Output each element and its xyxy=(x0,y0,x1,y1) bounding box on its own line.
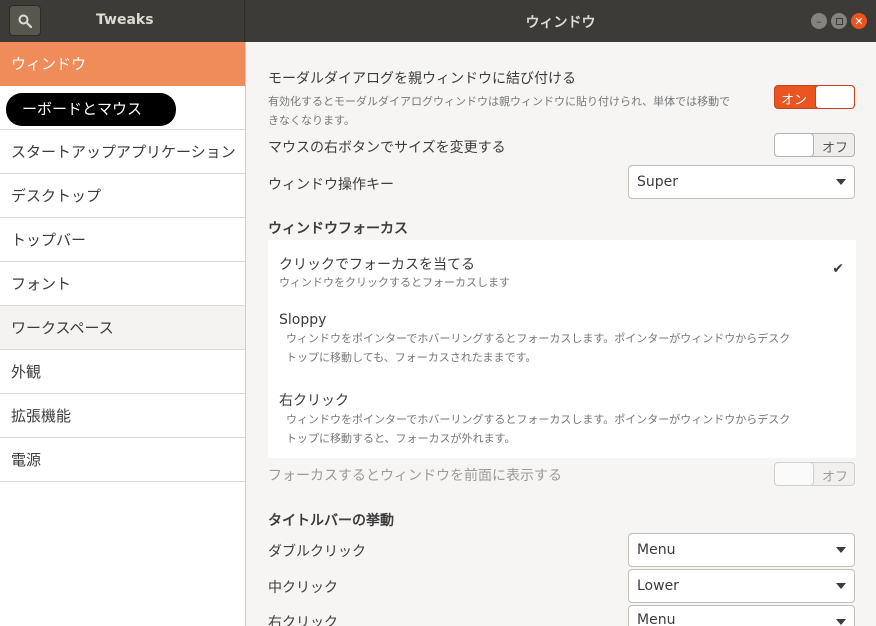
switch-knob xyxy=(775,463,813,485)
window-action-key-combo[interactable]: Super xyxy=(628,165,855,199)
sidebar-item-label: スタートアップアプリケーション xyxy=(11,143,236,161)
header-bar: Tweaks ウィンドウ – ✕ xyxy=(0,0,876,42)
sidebar: ウィンドウ ーボードとマウス スタートアップアプリケーション デスクトップ トッ… xyxy=(0,42,246,626)
titlebar-actions-section-title: タイトルバーの挙動 xyxy=(268,513,394,529)
focus-option-desc-line1: ウィンドウをポインターでホバーリングするとフォーカスします。ポインターがウィンド… xyxy=(286,332,791,345)
switch-label: オフ xyxy=(821,141,848,156)
focus-option-title: クリックでフォーカスを当てる xyxy=(279,257,475,273)
sidebar-item-label: トップバー xyxy=(11,231,87,249)
focus-option-title: Sloppy xyxy=(279,312,327,328)
main-panel: モーダルダイアログを親ウィンドウに結び付ける 有効化するとモーダルダイアログウィ… xyxy=(246,42,876,626)
close-icon: ✕ xyxy=(854,14,864,28)
combo-value: Lower xyxy=(637,578,679,594)
double-click-title: ダブルクリック xyxy=(268,544,366,560)
sidebar-item-label: デスクトップ xyxy=(11,187,102,205)
sidebar-item-fonts[interactable]: フォント xyxy=(0,262,245,306)
sidebar-item-label: 拡張機能 xyxy=(11,407,72,425)
resize-right-button-switch[interactable]: オフ xyxy=(774,133,855,157)
attach-modal-desc-line2: きなくなります。 xyxy=(268,114,355,127)
raise-on-focus-title: フォーカスするとウィンドウを前面に表示する xyxy=(268,468,562,484)
sidebar-item-label: フォント xyxy=(11,275,72,293)
sidebar-item-top-bar[interactable]: トップバー xyxy=(0,218,245,262)
sidebar-item-label: 外観 xyxy=(11,363,42,381)
middle-click-title: 中クリック xyxy=(268,580,338,596)
attach-modal-switch[interactable]: オン xyxy=(774,85,855,109)
maximize-icon xyxy=(835,17,843,25)
switch-label: オフ xyxy=(821,470,848,485)
focus-option-desc-line1: ウィンドウをポインターでホバーリングするとフォーカスします。ポインターがウィンド… xyxy=(286,413,791,426)
focus-option-desc-line2: トップに移動すると、フォーカスが外れます。 xyxy=(286,432,516,445)
sidebar-item-appearance[interactable]: 外観 xyxy=(0,350,245,394)
chevron-down-icon xyxy=(836,547,846,553)
sidebar-item-label: ワークスペース xyxy=(11,319,114,337)
sidebar-item-label: ーボードとマウス xyxy=(22,100,143,118)
window-action-key-title: ウィンドウ操作キー xyxy=(268,177,394,193)
double-click-combo[interactable]: Menu xyxy=(628,533,855,567)
sidebar-item-windows[interactable]: ウィンドウ xyxy=(0,42,245,86)
attach-modal-desc-line1: 有効化するとモーダルダイアログウィンドウは親ウィンドウに貼り付けられ、単体では移… xyxy=(268,95,731,108)
checkmark-icon: ✔ xyxy=(832,261,844,277)
sidebar-item-workspaces[interactable]: ワークスペース xyxy=(0,306,245,350)
sidebar-item-startup-apps[interactable]: スタートアップアプリケーション xyxy=(0,130,245,174)
header-left: Tweaks xyxy=(0,0,245,42)
chevron-down-icon xyxy=(836,179,846,185)
combo-value: Menu xyxy=(637,612,676,626)
focus-option-desc: ウィンドウをクリックするとフォーカスします xyxy=(279,276,510,289)
close-button[interactable]: ✕ xyxy=(851,13,867,29)
sidebar-item-keyboard-mouse[interactable]: ーボードとマウス xyxy=(0,86,245,130)
switch-label: オン xyxy=(781,93,808,108)
combo-value: Menu xyxy=(637,542,676,558)
focus-option-desc-line2: トップに移動しても、フォーカスされたままです。 xyxy=(286,351,537,364)
focus-option-title: 右クリック xyxy=(279,393,349,409)
focus-option-click[interactable]: クリックでフォーカスを当てる ウィンドウをクリックするとフォーカスします ✔ xyxy=(268,240,856,298)
focus-option-sloppy[interactable]: Sloppy ウィンドウをポインターでホバーリングするとフォーカスします。ポイン… xyxy=(268,298,856,376)
resize-right-button-title: マウスの右ボタンでサイズを変更する xyxy=(268,140,506,156)
search-icon xyxy=(18,14,32,28)
chevron-down-icon xyxy=(836,619,846,625)
sidebar-item-desktop[interactable]: デスクトップ xyxy=(0,174,245,218)
combo-value: Super xyxy=(637,174,679,190)
window-title: ウィンドウ xyxy=(525,15,596,31)
sidebar-item-label: 電源 xyxy=(11,451,42,469)
attach-modal-title: モーダルダイアログを親ウィンドウに結び付ける xyxy=(268,71,576,87)
focus-option-secondary-click[interactable]: 右クリック ウィンドウをポインターでホバーリングするとフォーカスします。ポインタ… xyxy=(268,376,856,458)
switch-knob xyxy=(775,134,813,156)
focus-mode-list: クリックでフォーカスを当てる ウィンドウをクリックするとフォーカスします ✔ S… xyxy=(268,240,856,458)
sidebar-item-label: ウィンドウ xyxy=(11,55,87,73)
secondary-click-combo[interactable]: Menu xyxy=(628,605,855,626)
minimize-icon: – xyxy=(816,14,822,28)
middle-click-combo[interactable]: Lower xyxy=(628,569,855,603)
raise-on-focus-switch[interactable]: オフ xyxy=(774,462,855,486)
chevron-down-icon xyxy=(836,583,846,589)
switch-knob xyxy=(816,86,854,108)
search-button[interactable] xyxy=(9,5,41,36)
secondary-click-title: 右クリック xyxy=(268,615,338,626)
minimize-button[interactable]: – xyxy=(811,13,827,29)
window-focus-section-title: ウィンドウフォーカス xyxy=(268,221,408,237)
app-title: Tweaks xyxy=(96,12,154,28)
sidebar-item-extensions[interactable]: 拡張機能 xyxy=(0,394,245,438)
sidebar-item-power[interactable]: 電源 xyxy=(0,438,245,482)
maximize-button[interactable] xyxy=(831,13,847,29)
